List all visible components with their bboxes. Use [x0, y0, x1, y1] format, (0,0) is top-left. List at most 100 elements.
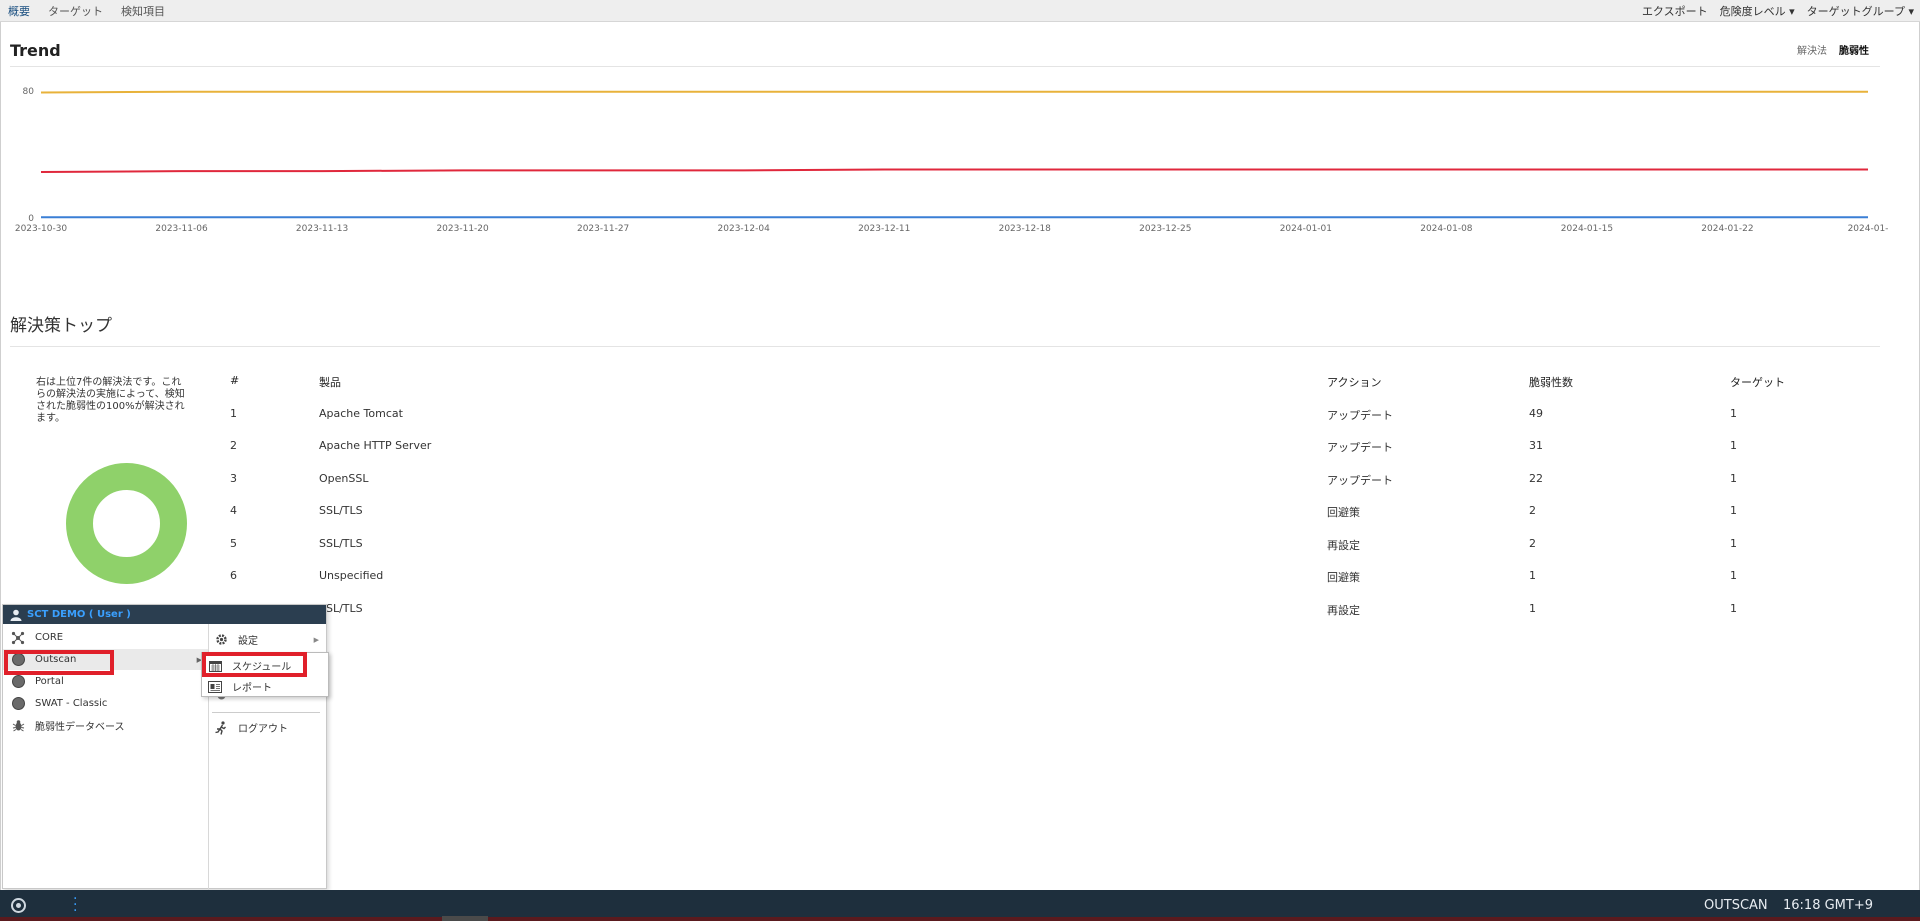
taskbar-clock: 16:18 GMT+9	[1783, 898, 1873, 913]
cell-action: アップデート	[1327, 473, 1393, 487]
tab-findings[interactable]: 検知項目	[121, 3, 165, 19]
tab-overview[interactable]: 概要	[8, 3, 30, 19]
more-options-icon[interactable]: · · ·	[73, 892, 77, 918]
cell-product: OpenSSL	[319, 471, 369, 485]
trend-series-line-1	[40, 90, 1868, 94]
x-tick-label: 2024-01-08	[1420, 224, 1473, 234]
x-tick-label: 2024-01-15	[1561, 224, 1613, 234]
cell-product: SSL/TLS	[319, 536, 363, 550]
cell-vuln-count: 2	[1529, 504, 1536, 517]
trend-chart: 80 02023-10-30 2023-11-06 2023-11-13 2023-11…	[15, 87, 1889, 234]
cell-product: Apache Tomcat	[319, 406, 403, 420]
cell-targets: 1	[1730, 471, 1737, 485]
table-row: 2 Apache HTTP Server アップデート 31 1	[230, 439, 1890, 472]
table-row: 5 SSL/TLS 再設定 2 1	[230, 537, 1890, 570]
cell-rank: 1	[230, 406, 237, 420]
menu-item-label: 脆弱性データベース	[35, 722, 125, 733]
menu-item-settings[interactable]: 設定 ▶	[206, 629, 325, 650]
x-tick-label: 2023-10-30	[15, 224, 68, 234]
solutions-table: # 製品 アクション 脆弱性数 ターゲット 1 Apache Tomcat アップデ…	[230, 374, 1890, 634]
cell-action: アップデート	[1327, 408, 1393, 422]
cell-vuln-count: 2	[1529, 536, 1536, 550]
taskbar-app-name: OUTSCAN	[1704, 898, 1768, 913]
menu-item-label: CORE	[35, 632, 64, 643]
col-header-rank: #	[230, 374, 240, 387]
x-tick-label: 2023-12-25	[1139, 224, 1191, 234]
cell-action: 回避策	[1327, 506, 1360, 519]
toggle-solution[interactable]: 解決法	[1797, 42, 1827, 57]
table-row: 6 Unspecified 回避策 1 1	[230, 569, 1890, 602]
x-tick-label: 2023-12-04	[718, 224, 771, 234]
menu-item-logout[interactable]: ログアウト	[206, 717, 325, 738]
core-icon	[11, 631, 25, 645]
export-button[interactable]: エクスポート	[1642, 3, 1708, 19]
cell-targets: 1	[1730, 406, 1737, 420]
menu-item-label: Portal	[35, 676, 64, 687]
menu-item-swat-classic[interactable]: SWAT - Classic	[3, 693, 208, 714]
gear-icon	[214, 633, 228, 647]
app-logo-icon[interactable]	[11, 898, 26, 913]
menu-item-label: 設定	[238, 636, 258, 647]
x-tick-label: 2024-01-01	[1280, 224, 1332, 234]
cell-targets: 1	[1730, 536, 1737, 550]
table-row: 1 Apache Tomcat アップデート 49 1	[230, 407, 1890, 440]
running-person-icon	[214, 720, 228, 735]
cell-rank: 5	[230, 536, 237, 550]
cell-vuln-count: 49	[1529, 406, 1543, 420]
cell-product: Unspecified	[319, 569, 384, 582]
divider	[10, 66, 1880, 67]
submenu-item-label: レポート	[232, 683, 272, 694]
cell-action: 再設定	[1327, 603, 1360, 617]
x-tick-label: 2023-11-27	[577, 224, 629, 234]
cell-vuln-count: 22	[1529, 471, 1543, 485]
x-tick-label: 2023-12-11	[858, 224, 910, 234]
user-menu-header: SCT DEMO ( User )	[3, 605, 326, 624]
y-tick-label: 0	[28, 214, 34, 224]
cell-rank: 6	[230, 569, 237, 582]
top-nav-bar: 概要 ターゲット 検知項目 エクスポート 危険度レベル ▾ ターゲットグループ …	[0, 0, 1920, 22]
cell-action: 回避策	[1327, 571, 1360, 584]
tab-targets[interactable]: ターゲット	[48, 3, 103, 19]
cell-rank: 3	[230, 471, 237, 485]
table-body: 1 Apache Tomcat アップデート 49 1 2 Apache HTTP Serv…	[230, 407, 1890, 635]
highlight-outscan	[4, 650, 114, 675]
toggle-vulnerability[interactable]: 脆弱性	[1839, 42, 1869, 57]
col-header-vuln-count: 脆弱性数	[1529, 376, 1573, 389]
x-tick-label: 2023-11-13	[296, 224, 348, 234]
bottom-handle	[442, 916, 488, 921]
trend-series-line-2	[40, 168, 1868, 173]
top-actions: エクスポート 危険度レベル ▾ ターゲットグループ ▾	[1642, 3, 1914, 19]
view-tabs: 概要 ターゲット 検知項目	[8, 3, 165, 19]
cell-targets: 1	[1730, 504, 1737, 517]
trend-title: Trend	[10, 41, 61, 60]
menu-item-label: ログアウト	[238, 724, 288, 735]
table-row: 3 OpenSSL アップデート 22 1	[230, 472, 1890, 505]
menu-item-core[interactable]: CORE	[3, 627, 208, 648]
menu-item-label: SWAT - Classic	[35, 698, 108, 709]
report-icon	[208, 680, 222, 694]
cell-product: Apache HTTP Server	[319, 439, 432, 452]
globe-icon	[11, 697, 25, 711]
solutions-donut-chart	[66, 463, 187, 584]
submenu-item-report[interactable]: レポート	[202, 676, 328, 697]
user-name: SCT DEMO ( User )	[27, 609, 131, 620]
cell-action: 再設定	[1327, 538, 1360, 552]
solutions-title: 解決策トップ	[10, 316, 112, 336]
cell-rank: 2	[230, 439, 237, 452]
menu-item-vuln-database[interactable]: 脆弱性データベース	[3, 715, 208, 736]
x-tick-label: 2023-11-20	[436, 224, 489, 234]
table-row: 7SSL/TLS再設定11	[230, 602, 1890, 635]
risk-level-dropdown[interactable]: 危険度レベル ▾	[1720, 3, 1795, 19]
solutions-description: 右は上位7件の解決法です。これらの解決法の実施によって、検知された脆弱性の100…	[36, 377, 185, 424]
x-tick-label: 2023-11-06	[155, 224, 208, 234]
globe-icon	[11, 675, 25, 689]
cell-rank: 4	[230, 504, 237, 517]
cell-targets: 1	[1730, 569, 1737, 582]
table-row: 4 SSL/TLS 回避策 2 1	[230, 504, 1890, 537]
target-group-dropdown[interactable]: ターゲットグループ ▾	[1807, 3, 1914, 19]
cell-vuln-count: 31	[1529, 439, 1543, 452]
cell-targets: 1	[1730, 601, 1737, 615]
cell-action: アップデート	[1327, 441, 1393, 454]
menu-separator	[212, 712, 320, 713]
trend-toggle: 解決法 脆弱性	[1797, 42, 1869, 57]
